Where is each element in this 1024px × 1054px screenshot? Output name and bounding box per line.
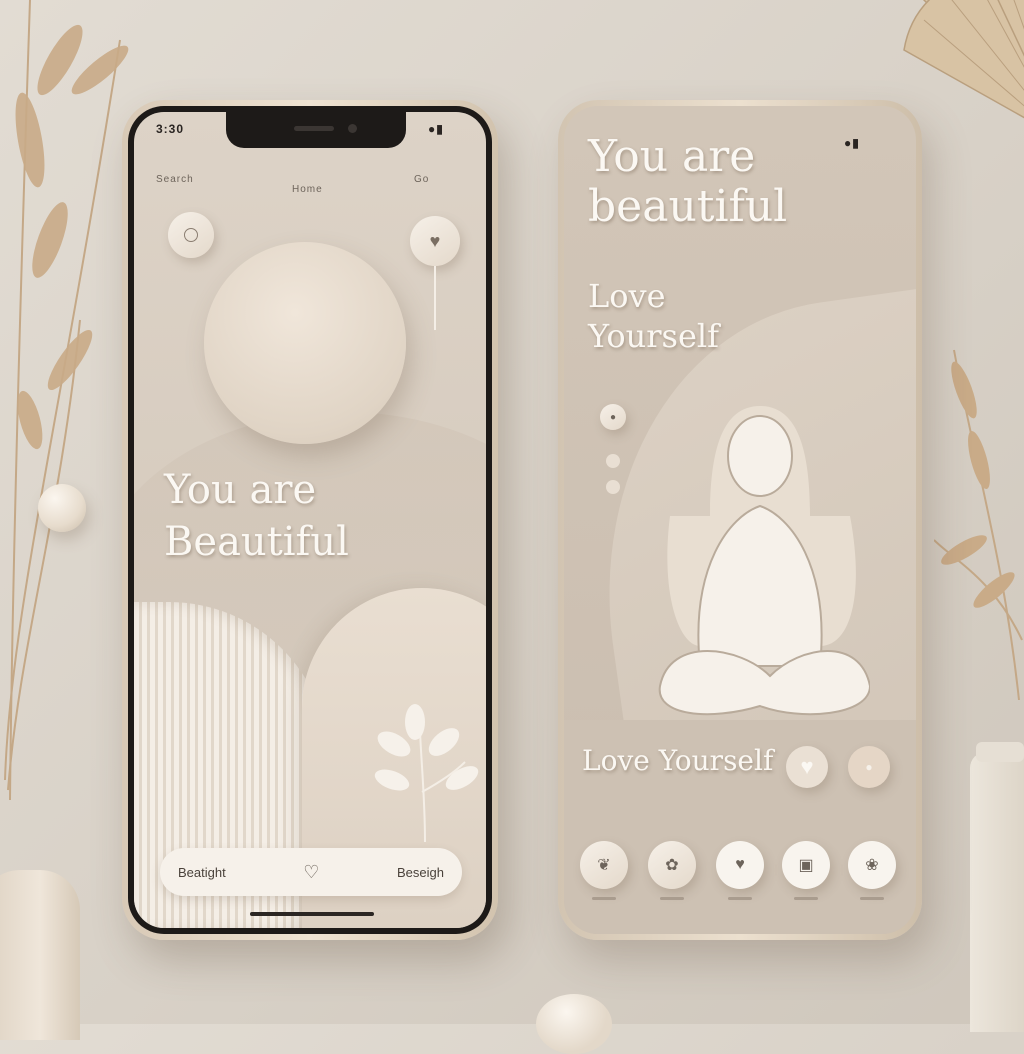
gift-icon[interactable]: ▣ [782, 841, 830, 889]
side-dot[interactable] [606, 454, 620, 468]
heart-icon: ♥ [429, 230, 441, 251]
heart-icon[interactable]: ♡ [303, 862, 319, 883]
bottom-nav: Beatight ♡ Beseigh [160, 848, 462, 896]
dock-item[interactable]: ▣ [782, 841, 830, 900]
header-center-label[interactable]: Home [292, 184, 323, 195]
side-button[interactable]: ● [600, 404, 626, 430]
headline: You are Beautiful [164, 467, 349, 565]
dock-item[interactable]: ✿ [648, 841, 696, 900]
vase [970, 742, 1024, 1032]
phone-right: ●▮ You are beautiful Love Yourself ● Lov… [558, 100, 922, 940]
dock-item[interactable]: ❀ [848, 841, 896, 900]
bird-icon[interactable]: ✿ [648, 841, 696, 889]
drop-icon: ● [609, 411, 617, 423]
status-icons: ●▮ [844, 136, 860, 150]
header-right-label[interactable]: Go [414, 174, 429, 185]
swan-icon[interactable]: ❦ [580, 841, 628, 889]
circle-button[interactable] [168, 212, 214, 258]
decor-ball [536, 994, 612, 1054]
dock-label [860, 897, 884, 900]
dock-item[interactable]: ♥ [716, 841, 764, 900]
more-button[interactable]: ● [848, 746, 890, 788]
favorite-button[interactable]: ♥ [410, 216, 460, 266]
dock-label [660, 897, 684, 900]
circle-icon: ● [865, 760, 873, 774]
circle-icon [184, 228, 198, 242]
heart-icon: ♥ [800, 754, 814, 779]
home-indicator[interactable] [250, 912, 374, 916]
dock-label [728, 897, 752, 900]
decor-ball [38, 484, 86, 532]
meditation-figure-icon [658, 406, 870, 716]
sun-circle [204, 242, 406, 444]
like-button[interactable]: ♥ [786, 746, 828, 788]
bottom-title: Love Yourself [582, 744, 774, 777]
status-time: 3:30 [156, 122, 185, 136]
phone-right-screen: ●▮ You are beautiful Love Yourself ● Lov… [564, 106, 916, 934]
pampas-grass-right [934, 349, 1023, 700]
heart-icon[interactable]: ♥ [716, 841, 764, 889]
nav-right-label[interactable]: Beseigh [397, 865, 444, 880]
dock-label [592, 897, 616, 900]
dock-label [794, 897, 818, 900]
lotus-icon[interactable]: ❀ [848, 841, 896, 889]
camera [348, 124, 357, 133]
status-icons: ●▮ [428, 122, 444, 136]
leaf-plant-icon [374, 704, 479, 842]
speaker [294, 126, 334, 131]
decor-line [434, 266, 436, 330]
side-dot[interactable] [606, 480, 620, 494]
phone-left: 3:30 ●▮ Search Home Go ♥ You are Beautif… [122, 100, 498, 940]
pot [0, 870, 80, 1040]
header-left-label[interactable]: Search [156, 174, 194, 185]
phone-left-screen: 3:30 ●▮ Search Home Go ♥ You are Beautif… [134, 112, 486, 928]
dock-item[interactable]: ❦ [580, 841, 628, 900]
headline: You are beautiful [588, 131, 788, 232]
subheadline: Love Yourself [588, 277, 719, 355]
nav-left-label[interactable]: Beatight [178, 865, 226, 880]
